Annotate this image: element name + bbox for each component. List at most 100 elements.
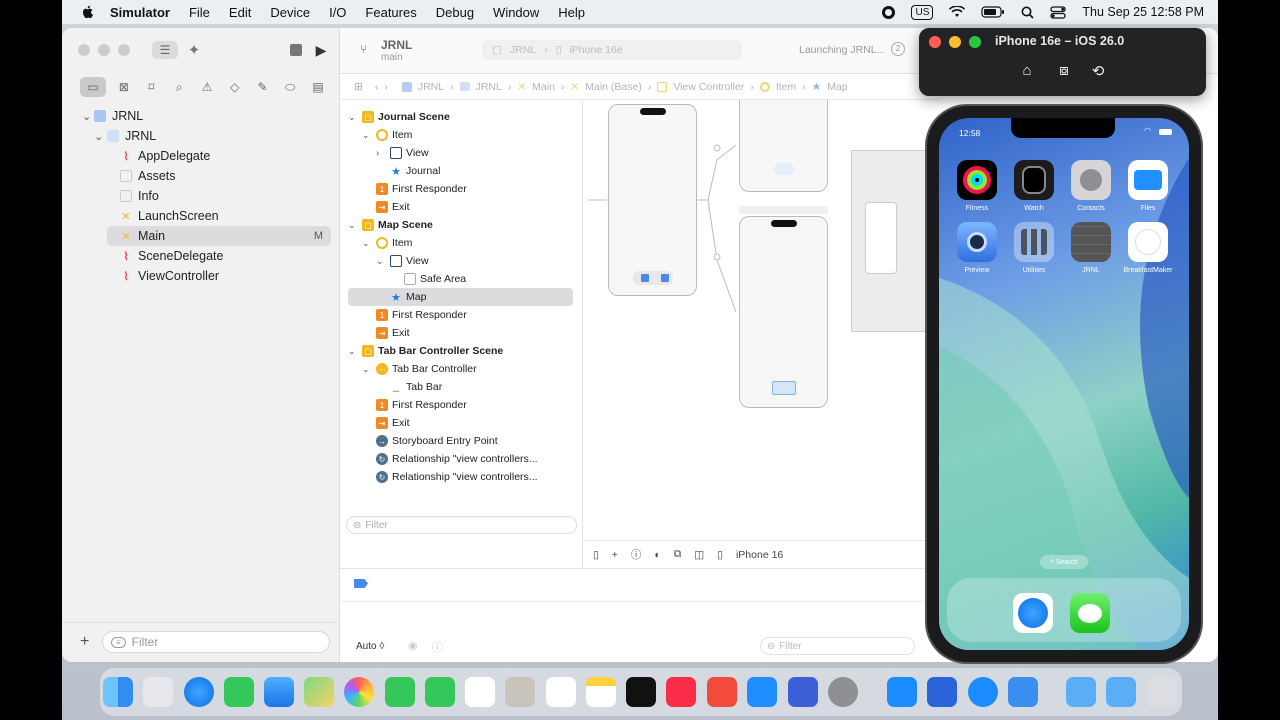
grid-icon[interactable]: ⊞ [354, 81, 363, 93]
menu-io[interactable]: I/O [329, 5, 346, 20]
simulator-dock-icon[interactable] [927, 677, 957, 707]
facetime-dock-icon[interactable] [385, 677, 415, 707]
preview-dock-icon[interactable] [1008, 677, 1038, 707]
info-icon[interactable]: ⓘ [631, 547, 642, 562]
outline-filter-field[interactable]: ⊜ Filter [346, 516, 577, 534]
outline-row[interactable]: → Storyboard Entry Point [376, 432, 601, 450]
debug-auto-selector[interactable]: Auto ◊ [356, 641, 384, 652]
outline-row[interactable]: ⌄ ▢ Journal Scene [348, 108, 573, 126]
outline-row[interactable]: 1 First Responder [376, 180, 601, 198]
tree-file-launchscreen[interactable]: ✕ LaunchScreen [120, 206, 344, 226]
journal-scene[interactable] [739, 100, 828, 192]
launchpad-icon[interactable] [143, 677, 173, 707]
tree-group[interactable]: JRNL [107, 126, 331, 146]
spotlight-search-icon[interactable] [1021, 6, 1035, 19]
outline-row[interactable]: › View [376, 144, 601, 162]
tree-file-scenedelegate[interactable]: ⌇ SceneDelegate [120, 246, 344, 266]
notes-dock-icon[interactable] [586, 677, 616, 707]
screenshot-icon[interactable]: ⧇ [1053, 62, 1075, 82]
chevron-down-icon[interactable]: ⌄ [82, 110, 91, 123]
outline-row[interactable]: ▁ Tab Bar [390, 378, 615, 396]
outline-row[interactable]: ⌄ ⋯ Tab Bar Controller [362, 360, 587, 378]
control-center-icon[interactable] [1050, 5, 1067, 19]
chevron-down-icon[interactable]: ⌄ [376, 256, 390, 267]
minimize-window-button[interactable] [98, 44, 110, 56]
mail-dock-icon[interactable] [264, 677, 294, 707]
xcode-dock-icon[interactable] [887, 677, 917, 707]
split-icon[interactable]: ◫ [694, 549, 704, 561]
home-icon[interactable]: ⌂ [1016, 62, 1038, 82]
back-icon[interactable]: ‹ [375, 81, 379, 93]
outline-row[interactable]: ⌄ ▢ Tab Bar Controller Scene [348, 342, 573, 360]
add-icon[interactable]: + [612, 549, 618, 561]
storyboard-canvas[interactable] [583, 100, 983, 540]
outline-row[interactable]: 1 First Responder [376, 306, 601, 324]
outline-row[interactable]: ↻ Relationship "view controllers... [376, 450, 601, 468]
device-icon[interactable]: ▯ [717, 549, 723, 561]
debug-filter-field[interactable]: ⊜ Filter [760, 637, 915, 655]
chevron-right-icon[interactable]: › [376, 148, 390, 159]
jump-item[interactable]: Item [776, 81, 796, 93]
outline-row[interactable]: ★ Journal [390, 162, 615, 180]
jump-item[interactable]: Main [532, 81, 555, 93]
tree-file-info[interactable]: Info [120, 186, 344, 206]
chevron-down-icon[interactable]: ⌄ [348, 220, 362, 231]
find-icon[interactable]: ⌕ [169, 77, 189, 97]
source-control-icon[interactable]: ⊠ [114, 77, 134, 97]
test-icon[interactable]: ◇ [225, 77, 245, 97]
tree-file-viewcontroller[interactable]: ⌇ ViewController [120, 266, 344, 286]
app-utilities[interactable]: Utilities [1014, 222, 1054, 274]
outline-row[interactable]: ⇥ Exit [376, 324, 601, 342]
messages-icon[interactable] [1070, 593, 1110, 633]
menu-app-name[interactable]: Simulator [110, 5, 170, 20]
scheme-selector[interactable]: ▢ JRNL › ▯ iPhone 16e [482, 40, 742, 60]
tree-file-main[interactable]: ✕ Main M [107, 226, 331, 246]
maps-dock-icon[interactable] [304, 677, 334, 707]
document-outline-toggle-icon[interactable]: ▯ [593, 549, 599, 561]
chevron-down-icon[interactable]: ⌄ [348, 346, 362, 357]
tree-file-assets[interactable]: Assets [120, 166, 344, 186]
menu-device[interactable]: Device [270, 5, 310, 20]
app-breakfastmaker[interactable]: BreakfastMaker [1123, 222, 1173, 274]
orientation-icon[interactable]: ⧉ [674, 548, 682, 561]
navigator-filter-field[interactable]: ≡ Filter [102, 631, 330, 653]
chevron-down-icon[interactable]: ⌄ [362, 238, 376, 249]
chevron-down-icon[interactable]: ⌄ [348, 112, 362, 123]
iphone-home-screen[interactable]: 12:58 ◠ Fitness Watch Contacts Files Pre… [939, 118, 1189, 650]
testflight-dock-icon[interactable] [707, 677, 737, 707]
system-settings-dock-icon[interactable] [828, 677, 858, 707]
sidebar-toggle-icon[interactable]: ☰ [152, 41, 178, 59]
outline-row[interactable]: ⌄ Item [362, 234, 587, 252]
menu-clock[interactable]: Thu Sep 25 12:58 PM [1082, 5, 1204, 19]
recording-icon[interactable] [882, 5, 896, 19]
report-icon[interactable]: ▤ [308, 77, 328, 97]
debug-icon[interactable]: ✎ [253, 77, 273, 97]
tree-project-root[interactable]: JRNL [94, 106, 318, 126]
close-window-button[interactable] [78, 44, 90, 56]
jump-item[interactable]: Map [827, 81, 847, 93]
outline-row[interactable]: ⇥ Exit [376, 198, 601, 216]
finder-icon[interactable] [103, 677, 133, 707]
home-search-pill[interactable]: ⌕ Search [1040, 555, 1088, 569]
apple-menu-icon[interactable] [80, 4, 96, 20]
downloads-folder-dock-icon[interactable] [1066, 677, 1096, 707]
add-icon[interactable]: + [80, 633, 89, 651]
outline-row[interactable]: ⌄ View [376, 252, 601, 270]
outline-row[interactable]: ★ Map [348, 288, 573, 306]
phone-dock-icon[interactable] [425, 677, 455, 707]
forward-icon[interactable]: › [384, 81, 388, 93]
chevron-down-icon[interactable]: ⌄ [362, 364, 376, 375]
chevron-down-icon[interactable]: ⌄ [94, 130, 103, 143]
menu-debug[interactable]: Debug [436, 5, 474, 20]
breakpoint-icon[interactable]: ⬭ [280, 77, 300, 97]
app-jrnl[interactable]: JRNL [1071, 222, 1111, 274]
tv-dock-icon[interactable] [626, 677, 656, 707]
stop-button[interactable] [290, 44, 302, 56]
input-source-badge[interactable]: US [911, 4, 934, 20]
zoom-window-button[interactable] [969, 36, 981, 48]
menu-edit[interactable]: Edit [229, 5, 251, 20]
minimize-window-button[interactable] [949, 36, 961, 48]
jump-item[interactable]: JRNL [476, 81, 502, 93]
app-files[interactable]: Files [1128, 160, 1168, 212]
outline-row[interactable]: ⌄ Item [362, 126, 587, 144]
